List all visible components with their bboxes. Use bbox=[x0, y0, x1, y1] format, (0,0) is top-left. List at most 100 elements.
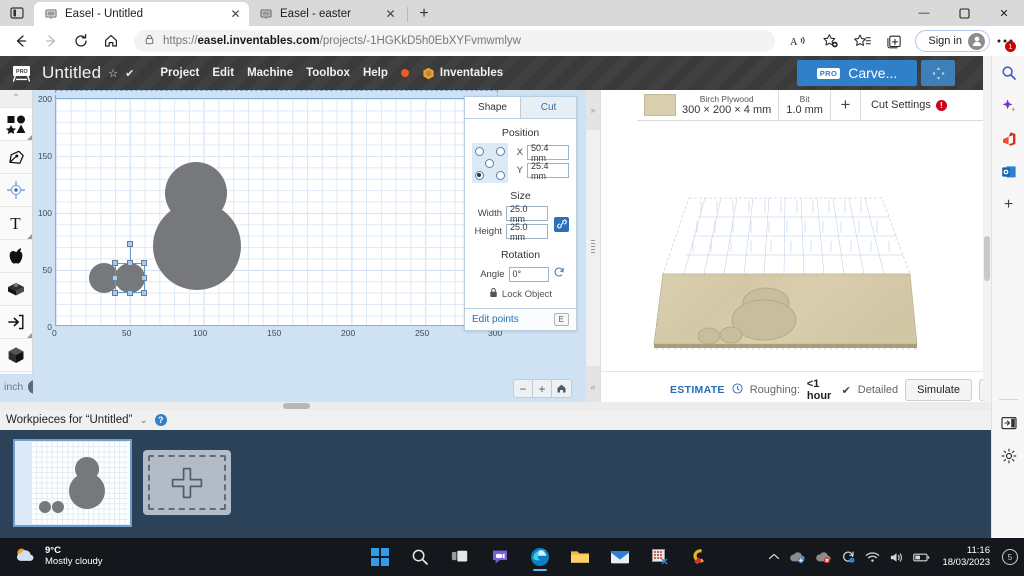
toolbar-collapse-icon[interactable]: ⌃ bbox=[0, 90, 32, 108]
height-input[interactable]: 25.0 mm bbox=[506, 224, 548, 239]
cut-settings-button[interactable]: Cut Settings ! bbox=[861, 90, 957, 120]
anchor-tl[interactable] bbox=[475, 147, 484, 156]
sign-in-button[interactable]: Sign in bbox=[915, 30, 990, 52]
sidebar-copilot-icon[interactable] bbox=[992, 89, 1024, 122]
notification-center-button[interactable]: 5 bbox=[1002, 549, 1018, 565]
tab-shape[interactable]: Shape bbox=[465, 97, 521, 118]
estimate-info-icon[interactable] bbox=[732, 383, 743, 397]
center-point-tool[interactable] bbox=[0, 174, 32, 207]
add-bit-button[interactable]: + bbox=[831, 90, 861, 120]
sidebar-outlook-icon[interactable] bbox=[992, 155, 1024, 188]
anchor-selector[interactable] bbox=[472, 143, 508, 183]
sidebar-toggle-icon[interactable] bbox=[992, 406, 1024, 439]
import-tool[interactable] bbox=[0, 306, 32, 339]
handle-e[interactable] bbox=[141, 275, 147, 281]
apps-tool[interactable] bbox=[0, 240, 32, 273]
taskbar-teams[interactable] bbox=[485, 542, 515, 572]
address-bar[interactable]: https://easel.inventables.com/projects/-… bbox=[134, 30, 775, 52]
project-title[interactable]: Untitled bbox=[42, 63, 101, 83]
workpiece-thumbnail-0[interactable] bbox=[13, 439, 132, 527]
taskbar-taskview[interactable] bbox=[445, 542, 475, 572]
taskbar-ccleaner[interactable] bbox=[685, 542, 715, 572]
fullscreen-button[interactable] bbox=[921, 60, 955, 86]
sidebar-settings-gear-icon[interactable] bbox=[992, 439, 1024, 472]
three-d-preview-stage[interactable] bbox=[601, 121, 992, 371]
zoom-home-button[interactable] bbox=[552, 380, 571, 397]
text-tool[interactable]: T bbox=[0, 207, 32, 240]
simulate-button[interactable]: Simulate bbox=[905, 379, 972, 401]
page-vertical-scrollbar[interactable] bbox=[983, 56, 991, 402]
shape-body-circle[interactable] bbox=[153, 202, 241, 290]
forward-button[interactable] bbox=[36, 28, 66, 54]
browser-tab-1[interactable]: Easel - easter ✕ bbox=[249, 2, 404, 26]
favorites-icon[interactable] bbox=[847, 28, 877, 54]
shapes-tool[interactable] bbox=[0, 108, 32, 141]
anchor-tr[interactable] bbox=[496, 147, 505, 156]
y-input[interactable]: 25.4 mm bbox=[527, 163, 569, 178]
favorite-star-icon[interactable]: ☆ bbox=[108, 67, 118, 80]
panel-divider[interactable]: » « bbox=[586, 90, 600, 408]
page-horizontal-scrollbar[interactable] bbox=[0, 402, 991, 410]
taskbar-snip[interactable] bbox=[645, 542, 675, 572]
handle-s[interactable] bbox=[127, 290, 133, 296]
tray-volume-icon[interactable] bbox=[889, 551, 904, 564]
taskbar-search[interactable] bbox=[405, 542, 435, 572]
tray-sync-icon[interactable] bbox=[841, 550, 856, 564]
close-button[interactable]: ✕ bbox=[984, 0, 1024, 26]
bit-cell[interactable]: Bit 1.0 mm bbox=[779, 90, 831, 120]
read-aloud-icon[interactable]: A bbox=[783, 28, 813, 54]
anchor-center[interactable] bbox=[485, 159, 494, 168]
divider-expand-right-icon[interactable]: » bbox=[586, 90, 600, 130]
tab-list-icon[interactable] bbox=[0, 0, 34, 26]
handle-w[interactable] bbox=[112, 275, 118, 281]
divider-drag-handle[interactable] bbox=[591, 240, 595, 254]
anchor-br[interactable] bbox=[496, 171, 505, 180]
reset-rotation-icon[interactable] bbox=[553, 265, 565, 283]
inventables-link[interactable]: Inventables bbox=[422, 67, 503, 80]
edit-points-row[interactable]: Edit points E bbox=[465, 308, 576, 330]
add-favorite-icon[interactable] bbox=[815, 28, 845, 54]
browser-tab-0[interactable]: Easel - Untitled ✕ bbox=[34, 2, 249, 26]
x-input[interactable]: 50.4 mm bbox=[527, 145, 569, 160]
carve-button[interactable]: PRO Carve... bbox=[797, 60, 917, 86]
reload-button[interactable] bbox=[66, 28, 96, 54]
zoom-in-button[interactable]: + bbox=[533, 380, 552, 397]
taskbar-clock[interactable]: 11:16 18/03/2023 bbox=[942, 545, 990, 569]
tab-cut[interactable]: Cut bbox=[521, 97, 576, 118]
taskbar-start[interactable] bbox=[365, 542, 395, 572]
tray-battery-icon[interactable] bbox=[913, 552, 930, 563]
horizontal-scroll-thumb[interactable] bbox=[283, 403, 310, 409]
sidebar-office-icon[interactable] bbox=[992, 122, 1024, 155]
menu-project[interactable]: Project bbox=[160, 67, 199, 79]
back-button[interactable] bbox=[6, 28, 36, 54]
carve-tool[interactable] bbox=[0, 273, 32, 306]
tray-onedrive-icon[interactable] bbox=[789, 550, 806, 564]
taskbar-edge[interactable] bbox=[525, 542, 555, 572]
handle-sw[interactable] bbox=[112, 290, 118, 296]
handle-se[interactable] bbox=[141, 290, 147, 296]
lock-aspect-ratio-button[interactable] bbox=[554, 217, 569, 232]
menu-toolbox[interactable]: Toolbox bbox=[306, 67, 350, 79]
minimize-button[interactable]: — bbox=[904, 0, 944, 26]
new-tab-button[interactable]: + bbox=[411, 2, 437, 26]
chevron-down-icon[interactable]: ⌄ bbox=[139, 415, 147, 426]
workpieces-help-icon[interactable]: ? bbox=[155, 414, 167, 426]
material-cell[interactable]: Birch Plywood 300 × 200 × 4 mm bbox=[637, 90, 779, 120]
home-button[interactable] bbox=[96, 28, 126, 54]
rotation-handle[interactable] bbox=[127, 241, 133, 247]
width-input[interactable]: 25.0 mm bbox=[506, 206, 548, 221]
handle-n[interactable] bbox=[127, 260, 133, 266]
tab-close-icon-1[interactable]: ✕ bbox=[383, 7, 398, 22]
maximize-button[interactable] bbox=[944, 0, 984, 26]
anchor-bl[interactable] bbox=[475, 171, 484, 180]
tray-expand-icon[interactable] bbox=[768, 552, 780, 562]
handle-ne[interactable] bbox=[141, 260, 147, 266]
menu-edit[interactable]: Edit bbox=[212, 67, 234, 79]
lock-object-row[interactable]: Lock Object bbox=[472, 287, 569, 301]
pen-tool[interactable] bbox=[0, 141, 32, 174]
zoom-out-button[interactable]: − bbox=[514, 380, 533, 397]
handle-nw[interactable] bbox=[112, 260, 118, 266]
tray-wifi-icon[interactable] bbox=[865, 551, 880, 563]
tray-onedrive-error-icon[interactable] bbox=[815, 550, 832, 564]
tab-close-icon-0[interactable]: ✕ bbox=[228, 7, 243, 22]
